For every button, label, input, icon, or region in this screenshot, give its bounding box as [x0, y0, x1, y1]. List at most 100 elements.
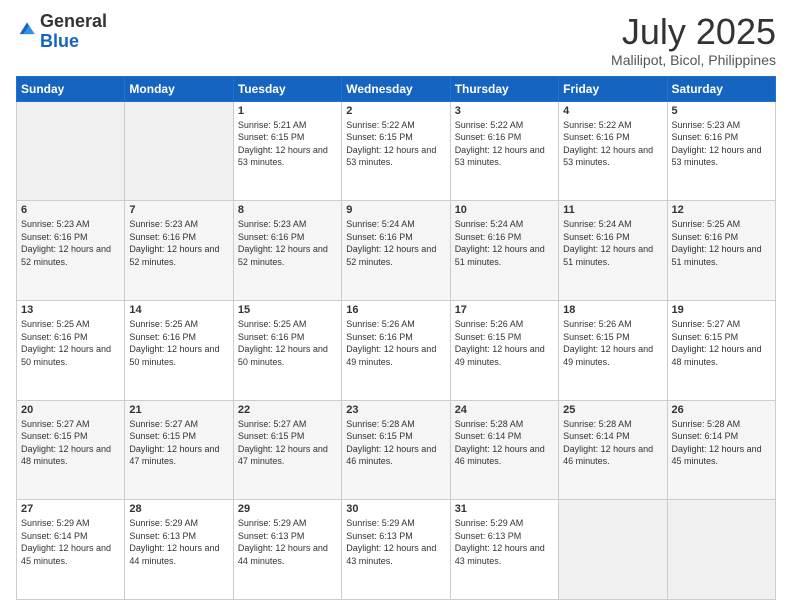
table-cell: 18 Sunrise: 5:26 AM Sunset: 6:15 PM Dayli…	[559, 300, 667, 400]
day-number: 11	[563, 204, 662, 216]
day-number: 29	[238, 503, 337, 515]
table-cell	[125, 101, 233, 201]
table-cell: 28 Sunrise: 5:29 AM Sunset: 6:13 PM Dayli…	[125, 500, 233, 600]
month-title: July 2025	[611, 12, 776, 52]
header: General Blue July 2025 Malilipot, Bicol,…	[16, 12, 776, 68]
table-cell: 29 Sunrise: 5:29 AM Sunset: 6:13 PM Dayli…	[233, 500, 341, 600]
table-cell: 19Sunrise: 5:27 AM Sunset: 6:15 PM Dayli…	[667, 300, 775, 400]
table-cell: 4 Sunrise: 5:22 AM Sunset: 6:16 PM Daylig…	[559, 101, 667, 201]
day-number: 9	[346, 204, 445, 216]
table-cell	[559, 500, 667, 600]
col-friday: Friday	[559, 76, 667, 101]
day-number: 21	[129, 404, 228, 416]
table-cell: 30 Sunrise: 5:29 AM Sunset: 6:13 PM Dayli…	[342, 500, 450, 600]
day-info: Sunrise: 5:29 AM Sunset: 6:13 PM Dayligh…	[346, 517, 445, 567]
table-cell: 31 Sunrise: 5:29 AM Sunset: 6:13 PM Dayli…	[450, 500, 558, 600]
table-cell: 1 Sunrise: 5:21 AM Sunset: 6:15 PM Daylig…	[233, 101, 341, 201]
table-cell: 7 Sunrise: 5:23 AM Sunset: 6:16 PM Daylig…	[125, 201, 233, 301]
day-info: Sunrise: 5:27 AM Sunset: 6:15 PM Dayligh…	[129, 418, 228, 468]
table-cell: 22Sunrise: 5:27 AM Sunset: 6:15 PM Dayli…	[233, 400, 341, 500]
col-saturday: Saturday	[667, 76, 775, 101]
week-row-2: 6 Sunrise: 5:23 AM Sunset: 6:16 PM Daylig…	[17, 201, 776, 301]
day-number: 26	[672, 404, 771, 416]
day-info: Sunrise: 5:29 AM Sunset: 6:14 PM Dayligh…	[21, 517, 120, 567]
page: General Blue July 2025 Malilipot, Bicol,…	[0, 0, 792, 612]
table-cell: 24 Sunrise: 5:28 AM Sunset: 6:14 PM Dayli…	[450, 400, 558, 500]
day-info: Sunrise: 5:24 AM Sunset: 6:16 PM Dayligh…	[455, 218, 554, 268]
col-wednesday: Wednesday	[342, 76, 450, 101]
location: Malilipot, Bicol, Philippines	[611, 52, 776, 68]
table-cell: 2Sunrise: 5:22 AM Sunset: 6:15 PM Daylig…	[342, 101, 450, 201]
day-number: 31	[455, 503, 554, 515]
col-sunday: Sunday	[17, 76, 125, 101]
day-info: Sunrise: 5:26 AM Sunset: 6:15 PM Dayligh…	[563, 318, 662, 368]
day-info: Sunrise: 5:29 AM Sunset: 6:13 PM Dayligh…	[129, 517, 228, 567]
table-cell: 14 Sunrise: 5:25 AM Sunset: 6:16 PM Dayli…	[125, 300, 233, 400]
day-number: 28	[129, 503, 228, 515]
logo-icon	[16, 18, 38, 40]
logo: General Blue	[16, 12, 107, 52]
day-info: Sunrise: 5:29 AM Sunset: 6:13 PM Dayligh…	[238, 517, 337, 567]
table-cell: 16 Sunrise: 5:26 AM Sunset: 6:16 PM Dayli…	[342, 300, 450, 400]
table-cell: 17 Sunrise: 5:26 AM Sunset: 6:15 PM Dayli…	[450, 300, 558, 400]
day-number: 13	[21, 304, 120, 316]
day-info: Sunrise: 5:24 AM Sunset: 6:16 PM Dayligh…	[563, 218, 662, 268]
table-cell: 21 Sunrise: 5:27 AM Sunset: 6:15 PM Dayli…	[125, 400, 233, 500]
day-number: 18	[563, 304, 662, 316]
day-number: 24	[455, 404, 554, 416]
day-number: 25	[563, 404, 662, 416]
week-row-5: 27 Sunrise: 5:29 AM Sunset: 6:14 PM Dayli…	[17, 500, 776, 600]
day-info: Sunrise: 5:24 AM Sunset: 6:16 PM Dayligh…	[346, 218, 445, 268]
table-cell: 13Sunrise: 5:25 AM Sunset: 6:16 PM Dayli…	[17, 300, 125, 400]
day-number: 30	[346, 503, 445, 515]
table-cell	[17, 101, 125, 201]
day-number: 16	[346, 304, 445, 316]
table-cell: 10 Sunrise: 5:24 AM Sunset: 6:16 PM Dayli…	[450, 201, 558, 301]
day-number: 17	[455, 304, 554, 316]
day-info: Sunrise: 5:26 AM Sunset: 6:16 PM Dayligh…	[346, 318, 445, 368]
table-cell: 25 Sunrise: 5:28 AM Sunset: 6:14 PM Dayli…	[559, 400, 667, 500]
calendar: Sunday Monday Tuesday Wednesday Thursday…	[16, 76, 776, 600]
table-cell: 26Sunrise: 5:28 AM Sunset: 6:14 PM Dayli…	[667, 400, 775, 500]
day-number: 2	[346, 105, 445, 117]
week-row-4: 20 Sunrise: 5:27 AM Sunset: 6:15 PM Dayli…	[17, 400, 776, 500]
logo-blue-text: Blue	[40, 31, 79, 51]
day-info: Sunrise: 5:29 AM Sunset: 6:13 PM Dayligh…	[455, 517, 554, 567]
col-thursday: Thursday	[450, 76, 558, 101]
table-cell: 20Sunrise: 5:27 AM Sunset: 6:15 PM Dayli…	[17, 400, 125, 500]
day-number: 8	[238, 204, 337, 216]
day-number: 5	[672, 105, 771, 117]
day-number: 20	[21, 404, 120, 416]
day-info: Sunrise: 5:23 AM Sunset: 6:16 PM Dayligh…	[672, 119, 771, 169]
title-block: July 2025 Malilipot, Bicol, Philippines	[611, 12, 776, 68]
table-cell: 27 Sunrise: 5:29 AM Sunset: 6:14 PM Dayli…	[17, 500, 125, 600]
day-info: Sunrise: 5:28 AM Sunset: 6:14 PM Dayligh…	[563, 418, 662, 468]
col-tuesday: Tuesday	[233, 76, 341, 101]
day-number: 19	[672, 304, 771, 316]
day-info: Sunrise: 5:23 AM Sunset: 6:16 PM Dayligh…	[21, 218, 120, 268]
day-info: Sunrise: 5:23 AM Sunset: 6:16 PM Dayligh…	[129, 218, 228, 268]
day-number: 7	[129, 204, 228, 216]
table-cell: 23Sunrise: 5:28 AM Sunset: 6:15 PM Dayli…	[342, 400, 450, 500]
day-number: 1	[238, 105, 337, 117]
day-info: Sunrise: 5:25 AM Sunset: 6:16 PM Dayligh…	[238, 318, 337, 368]
table-cell: 8Sunrise: 5:23 AM Sunset: 6:16 PM Daylig…	[233, 201, 341, 301]
logo-general-text: General	[40, 11, 107, 31]
day-info: Sunrise: 5:26 AM Sunset: 6:15 PM Dayligh…	[455, 318, 554, 368]
day-info: Sunrise: 5:28 AM Sunset: 6:14 PM Dayligh…	[455, 418, 554, 468]
day-number: 14	[129, 304, 228, 316]
day-number: 15	[238, 304, 337, 316]
day-number: 10	[455, 204, 554, 216]
table-cell: 11 Sunrise: 5:24 AM Sunset: 6:16 PM Dayli…	[559, 201, 667, 301]
day-info: Sunrise: 5:25 AM Sunset: 6:16 PM Dayligh…	[129, 318, 228, 368]
col-monday: Monday	[125, 76, 233, 101]
day-info: Sunrise: 5:21 AM Sunset: 6:15 PM Dayligh…	[238, 119, 337, 169]
day-info: Sunrise: 5:25 AM Sunset: 6:16 PM Dayligh…	[672, 218, 771, 268]
day-number: 27	[21, 503, 120, 515]
day-number: 4	[563, 105, 662, 117]
day-number: 6	[21, 204, 120, 216]
table-cell: 9 Sunrise: 5:24 AM Sunset: 6:16 PM Daylig…	[342, 201, 450, 301]
day-number: 12	[672, 204, 771, 216]
day-info: Sunrise: 5:22 AM Sunset: 6:16 PM Dayligh…	[563, 119, 662, 169]
table-cell: 3Sunrise: 5:22 AM Sunset: 6:16 PM Daylig…	[450, 101, 558, 201]
